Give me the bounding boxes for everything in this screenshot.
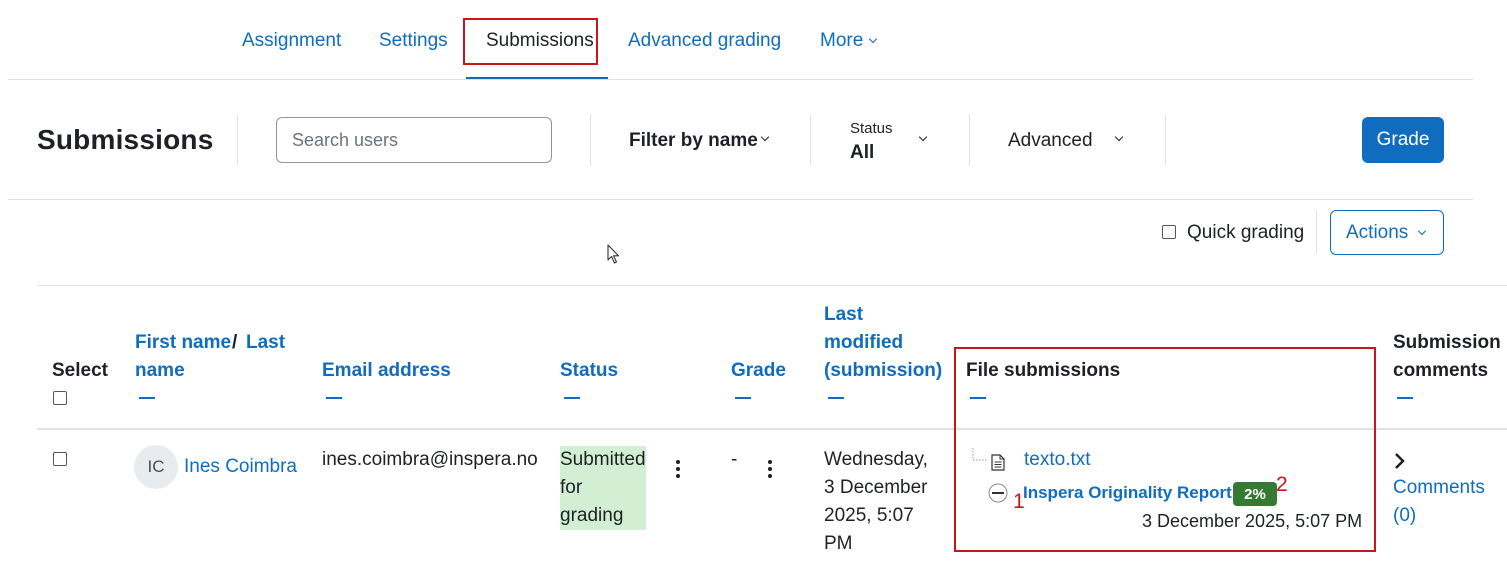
- col-header-last-modified[interactable]: Last: [824, 301, 863, 329]
- nav-divider: [8, 79, 1473, 80]
- grade-button[interactable]: Grade: [1362, 117, 1444, 163]
- col-header-grade[interactable]: Grade: [731, 357, 786, 385]
- last-modified-text: 2025, 5:07: [824, 505, 914, 526]
- col-header-email[interactable]: Email address: [322, 357, 451, 385]
- status-text: for: [560, 477, 583, 498]
- page-title: Submissions: [37, 124, 214, 155]
- user-email: ines.coimbra@inspera.no: [322, 449, 538, 470]
- highlight-box-file-submissions: [954, 347, 1376, 552]
- advanced-filter-label: Advanced: [1008, 130, 1093, 151]
- col-header-submission-comments: Submission: [1393, 332, 1501, 353]
- col-header-select: Select: [52, 360, 108, 381]
- sort-indicator[interactable]: [564, 397, 580, 399]
- filter-by-name-label: Filter by name: [629, 130, 758, 151]
- last-modified-text: PM: [824, 533, 853, 554]
- quick-grading-checkbox[interactable]: [1162, 225, 1176, 239]
- status-filter-caption: Status: [850, 120, 893, 137]
- col-header-last-name-cont[interactable]: name: [135, 357, 185, 385]
- divider: [1316, 210, 1317, 254]
- col-header-separator: /: [232, 332, 238, 353]
- status-filter-value: All: [850, 142, 875, 163]
- sort-indicator[interactable]: [326, 397, 342, 399]
- status-text: grading: [560, 505, 624, 526]
- mouse-pointer-icon: [607, 244, 620, 264]
- chevron-down-icon: [760, 132, 770, 142]
- last-modified-text: Wednesday,: [824, 449, 928, 470]
- sort-indicator[interactable]: [1397, 397, 1413, 399]
- row-select-checkbox[interactable]: [53, 452, 67, 466]
- comments-count[interactable]: (0): [1393, 502, 1416, 530]
- divider: [810, 114, 811, 166]
- col-header-submission-comments-cont: comments: [1393, 360, 1489, 381]
- chevron-down-icon: [1114, 132, 1124, 142]
- chevron-down-icon: [868, 34, 878, 44]
- last-modified-text: 3 December: [824, 477, 928, 498]
- actions-label: Actions: [1346, 221, 1409, 243]
- sort-indicator[interactable]: [139, 397, 155, 399]
- search-users-input[interactable]: [276, 117, 552, 163]
- tab-advanced-grading[interactable]: Advanced grading: [628, 30, 781, 52]
- col-header-last-modified-cont[interactable]: modified: [824, 329, 903, 357]
- grade-value: -: [731, 449, 738, 470]
- grade-menu-icon[interactable]: [768, 460, 772, 481]
- header-divider: [8, 199, 1473, 200]
- comments-link[interactable]: Comments: [1393, 474, 1485, 502]
- select-all-checkbox[interactable]: [53, 391, 67, 405]
- user-name-link[interactable]: Ines Coimbra: [184, 453, 297, 481]
- chevron-right-icon[interactable]: [1394, 452, 1406, 470]
- actions-dropdown-button[interactable]: Actions: [1330, 210, 1444, 255]
- col-header-first-name[interactable]: First name: [135, 329, 231, 357]
- sort-indicator[interactable]: [735, 397, 751, 399]
- divider: [1165, 114, 1166, 166]
- tab-more[interactable]: More: [820, 30, 863, 52]
- divider: [969, 114, 970, 166]
- divider: [590, 114, 591, 166]
- toolbar-divider: [37, 285, 1507, 286]
- highlight-box-submissions-tab: [463, 18, 598, 65]
- tab-more-label: More: [820, 30, 864, 51]
- quick-grading-label: Quick grading: [1187, 222, 1305, 243]
- tab-settings[interactable]: Settings: [379, 30, 448, 52]
- col-header-last-name[interactable]: Last: [246, 329, 285, 357]
- sort-indicator[interactable]: [828, 397, 844, 399]
- col-header-status[interactable]: Status: [560, 357, 618, 385]
- status-menu-icon[interactable]: [676, 460, 680, 481]
- col-header-last-modified-cont[interactable]: (submission): [824, 357, 942, 385]
- status-text: Submitted: [560, 449, 646, 470]
- avatar: IC: [134, 445, 178, 489]
- divider: [237, 114, 238, 166]
- chevron-down-icon: [918, 132, 928, 142]
- avatar-initials: IC: [147, 457, 165, 476]
- tab-assignment[interactable]: Assignment: [242, 30, 341, 52]
